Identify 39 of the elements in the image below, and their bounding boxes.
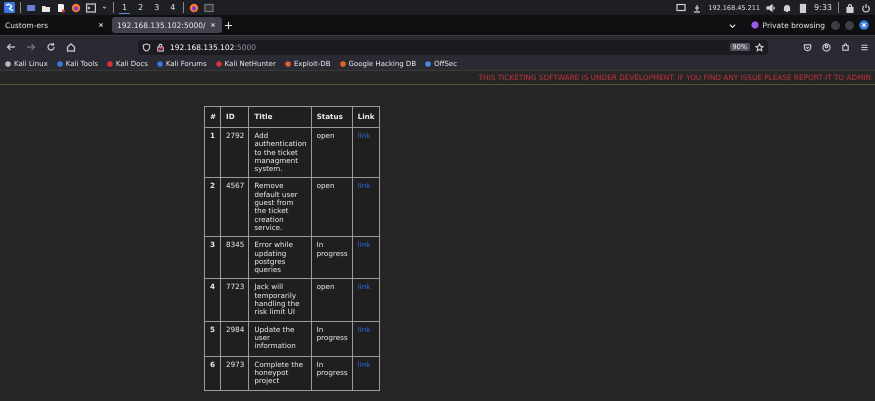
power-icon[interactable] [861, 2, 871, 12]
bookmark-icon [106, 60, 114, 68]
desktop-icon[interactable] [26, 2, 36, 12]
battery-icon[interactable] [798, 2, 808, 12]
bell-icon[interactable] [782, 2, 792, 12]
workspace-tab[interactable]: 1 [119, 2, 130, 14]
close-icon[interactable] [859, 20, 869, 30]
lock-icon [156, 42, 165, 52]
menu-icon[interactable] [860, 42, 869, 52]
forward-icon[interactable] [26, 42, 36, 52]
firefox-icon[interactable] [189, 2, 200, 12]
bookmark-icon [214, 60, 223, 68]
lock-icon[interactable] [845, 2, 855, 12]
account-icon[interactable] [822, 42, 831, 52]
plus-icon[interactable] [224, 20, 233, 30]
bookmark-icon [4, 60, 12, 68]
bookmark-icon [424, 60, 432, 68]
bookmark-icon [338, 60, 347, 68]
bookmark-icon [156, 60, 164, 68]
extensions-icon[interactable] [841, 42, 850, 52]
workspace-tab[interactable]: 2 [135, 2, 146, 14]
back-icon[interactable] [6, 42, 16, 52]
close-icon[interactable] [97, 21, 105, 29]
workspace-tab[interactable]: 4 [167, 2, 178, 14]
bookmark-icon [284, 60, 292, 68]
caret-icon[interactable] [101, 4, 108, 11]
firefox-icon[interactable] [71, 2, 81, 12]
pocket-icon[interactable] [803, 42, 812, 52]
text-editor-icon[interactable] [56, 2, 66, 12]
volume-icon[interactable] [766, 2, 776, 12]
home-icon[interactable] [66, 42, 76, 52]
workspace-tab[interactable]: 3 [151, 2, 162, 14]
bookmark-icon [56, 60, 64, 68]
close-icon[interactable] [209, 21, 217, 29]
clock: 9:33 [814, 3, 832, 12]
monitor-icon[interactable] [676, 2, 686, 12]
shield-icon [142, 42, 151, 52]
star-icon[interactable] [755, 42, 764, 52]
reload-icon[interactable] [46, 42, 56, 52]
